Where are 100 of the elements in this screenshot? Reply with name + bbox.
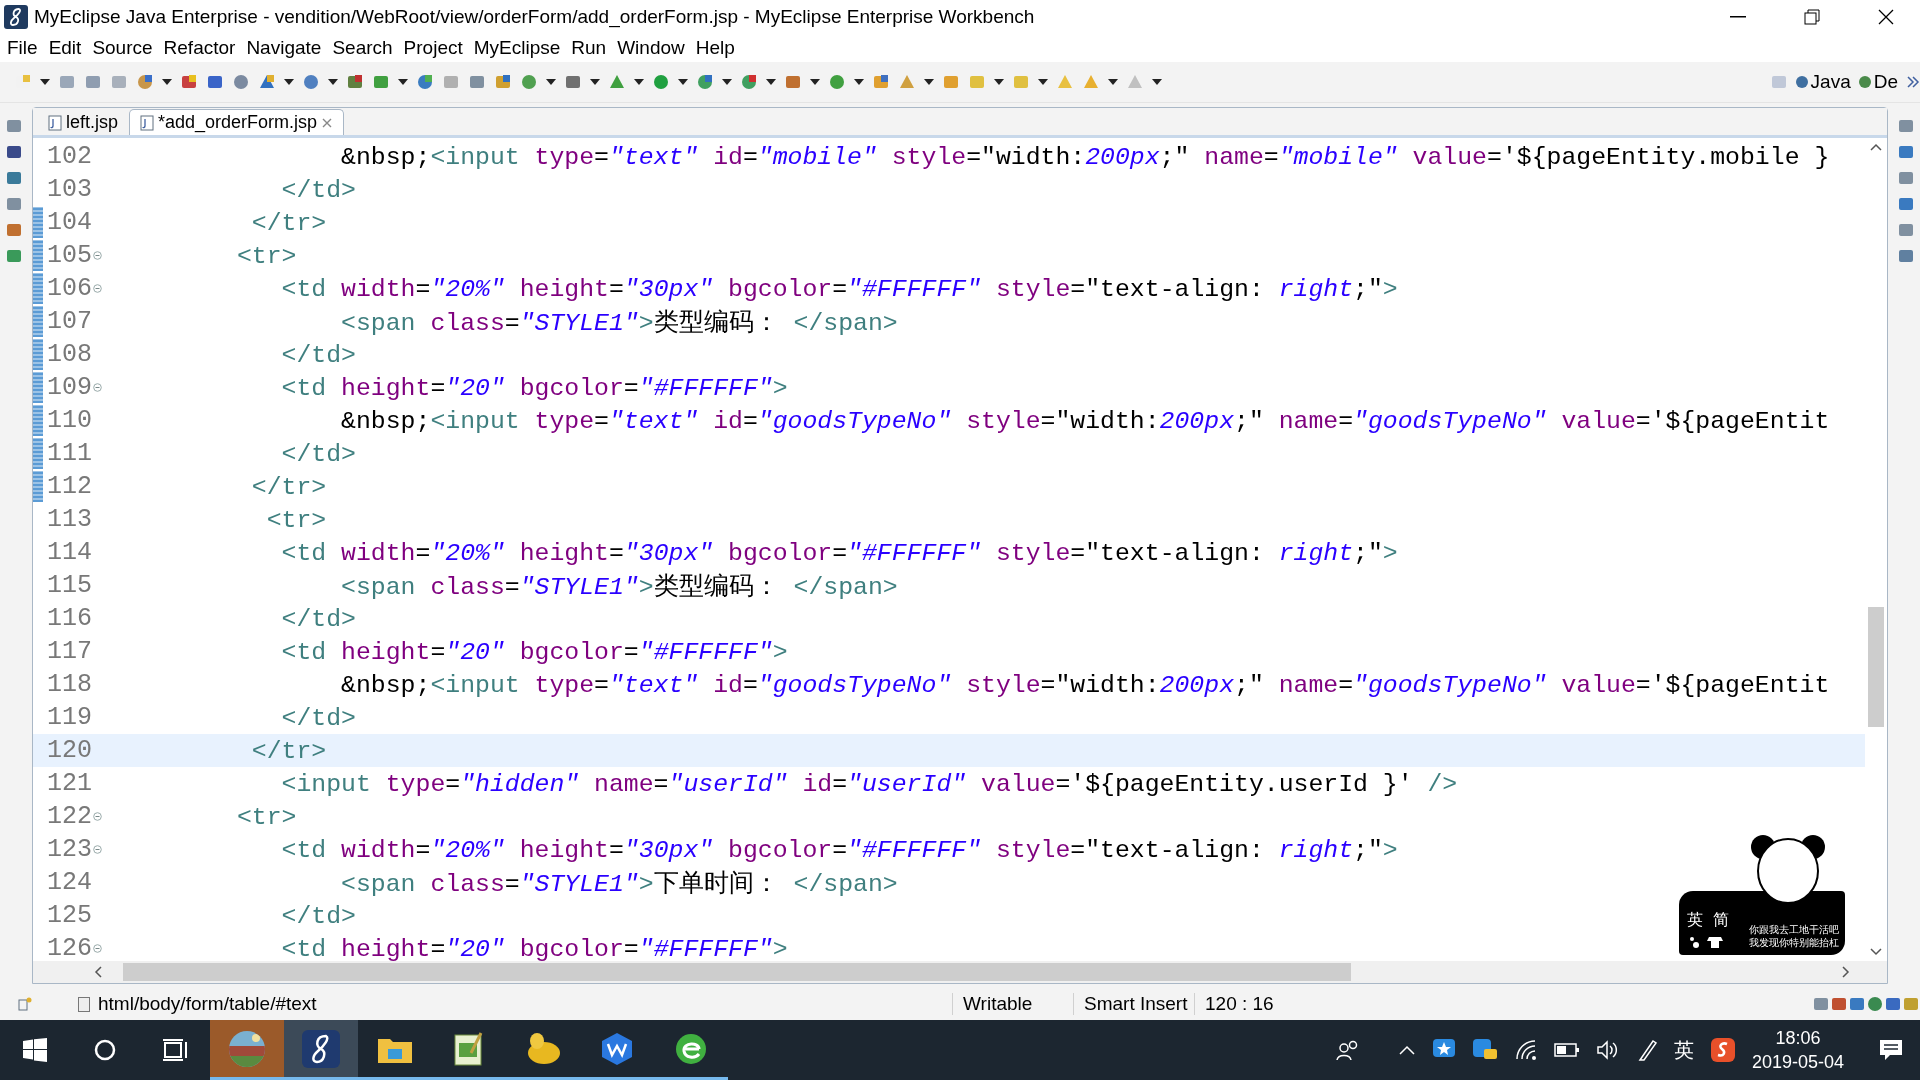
perspective-button[interactable]: Java [1795,71,1851,93]
scroll-up-icon[interactable] [1869,142,1883,152]
code-line: </tr> [250,208,327,237]
perspective-icon[interactable] [1858,76,1871,88]
line-number: 107 [46,307,91,336]
restore-icon[interactable] [1804,9,1820,25]
collapse-icon[interactable] [92,284,102,293]
code-line: &nbsp;<input type="text" id="mobile" style="width:200px;" name="mobile" value='${pageEntity.mobile } [340,142,1830,171]
code-line: </td> [280,604,356,633]
scrollbar-thumb[interactable] [1868,607,1884,727]
dropdown-caret-icon[interactable] [590,79,600,85]
dropdown-caret-icon[interactable] [162,79,172,85]
menu-item[interactable]: Run [568,37,615,59]
notification-icon[interactable] [1878,1038,1904,1062]
chevron-up-icon[interactable] [1397,1044,1416,1056]
menu-item[interactable]: Source [89,37,161,59]
scrollbar-thumb[interactable] [123,963,1351,981]
dropdown-caret-icon[interactable] [398,79,408,85]
write-mode: Writable [952,993,1073,1015]
menu-item[interactable]: Edit [45,37,90,59]
code-line: </td> [280,340,356,369]
dropdown-caret-icon[interactable] [1108,79,1118,85]
code-line: <td width="20%" height="30px" bgcolor="#FFFFFF" style="text-align: right;"> [280,835,1398,864]
dropdown-caret-icon[interactable] [994,79,1004,85]
line-number: 117 [46,637,91,666]
hexagon-w-icon[interactable] [599,1030,635,1067]
ime-mode-label[interactable]: 英 [1687,910,1703,931]
menu-item[interactable]: Window [614,37,693,59]
ime-toolbar[interactable]: 英 简 你跟我去工地干活吧 我发现你特别能抬杠 [1679,891,1845,955]
code-line: <td height="20" bgcolor="#FFFFFF"> [280,373,788,402]
dropdown-caret-icon[interactable] [766,79,776,85]
menu-item[interactable]: MyEclipse [470,37,569,59]
dropdown-caret-icon[interactable] [678,79,688,85]
scroll-down-icon[interactable] [1869,947,1883,957]
dropdown-caret-icon[interactable] [722,79,732,85]
code-line: <td height="20" bgcolor="#FFFFFF"> [280,934,788,961]
scroll-left-icon[interactable] [93,965,103,979]
menu-item[interactable]: Help [692,37,743,59]
line-number: 123 [46,835,91,864]
menu-item[interactable]: Search [329,37,401,59]
close-icon[interactable] [1878,9,1894,25]
perspective-button[interactable]: De [1858,71,1898,93]
minimize-icon[interactable] [1730,16,1746,18]
editor-tab[interactable]: *add_orderForm.jsp [129,109,345,135]
dropdown-caret-icon[interactable] [40,79,50,85]
code-line: <input type="hidden" name="userId" id="userId" value='${pageEntity.userId }' /> [280,769,1458,798]
dropdown-caret-icon[interactable] [1152,79,1162,85]
menu-item[interactable]: File [4,37,46,59]
app-logo-icon[interactable] [302,1029,340,1068]
line-number: 109 [46,373,91,402]
code-line: &nbsp;<input type="text" id="goodsTypeNo" style="width:200px;" name="goodsTypeNo" value='${pageEntit [340,670,1830,699]
line-number: 110 [46,406,91,435]
collapse-icon[interactable] [92,845,102,854]
dropdown-caret-icon[interactable] [854,79,864,85]
battery-icon[interactable] [1553,1042,1580,1058]
wifi-icon[interactable] [1513,1039,1538,1061]
line-number: 115 [46,571,91,600]
code-line: &nbsp;<input type="text" id="goodsTypeNo" style="width:200px;" name="goodsTypeNo" value='${pageEntit [340,406,1830,435]
code-line: <tr> [265,505,327,534]
ime-caption: 你跟我去工地干活吧 [1749,923,1839,936]
dropdown-caret-icon[interactable] [810,79,820,85]
collapse-icon[interactable] [92,812,102,821]
dropdown-caret-icon[interactable] [634,79,644,85]
speaker-icon[interactable] [1595,1039,1620,1061]
ime-mode-label[interactable]: 简 [1713,910,1729,931]
collapse-icon[interactable] [92,944,102,953]
dropdown-caret-icon[interactable] [1038,79,1048,85]
task-view-icon[interactable] [162,1038,188,1062]
windows-logo-icon[interactable] [23,1038,47,1062]
menu-item[interactable]: Refactor [160,37,244,59]
circle-icon[interactable] [93,1038,117,1062]
perspective-icon[interactable] [1795,76,1808,88]
line-number: 106 [46,274,91,303]
code-line: </tr> [250,736,327,765]
dropdown-caret-icon[interactable] [546,79,556,85]
status-icon [18,997,32,1011]
scroll-right-icon[interactable] [1841,965,1851,979]
code-line: <span class="STYLE1">类型编码： </span> [340,572,898,602]
input-language[interactable]: 英 [1673,1036,1694,1064]
code-line: <tr> [235,802,297,831]
dropdown-caret-icon[interactable] [284,79,294,85]
code-line: </td> [280,901,356,930]
menu-item[interactable]: Navigate [243,37,330,59]
menu-item[interactable]: Project [400,37,471,59]
input-method-icon[interactable] [1709,1037,1736,1063]
collapse-icon[interactable] [92,383,102,392]
line-number: 102 [46,142,91,171]
collapse-icon[interactable] [92,251,102,260]
close-tab-icon[interactable] [321,116,334,129]
line-number: 119 [46,703,91,732]
clock-date[interactable]: 2019-05-04 [1751,1050,1844,1074]
taskbar-app[interactable] [284,1020,358,1080]
clock-time[interactable]: 18:06 [1775,1026,1821,1050]
chat-bubble-icon[interactable] [1471,1038,1498,1062]
line-number: 104 [46,208,91,237]
code-line: </td> [280,175,356,204]
people-icon[interactable] [1335,1039,1360,1061]
dropdown-caret-icon[interactable] [328,79,338,85]
dropdown-caret-icon[interactable] [924,79,934,85]
chevron-icon[interactable] [1906,75,1920,89]
